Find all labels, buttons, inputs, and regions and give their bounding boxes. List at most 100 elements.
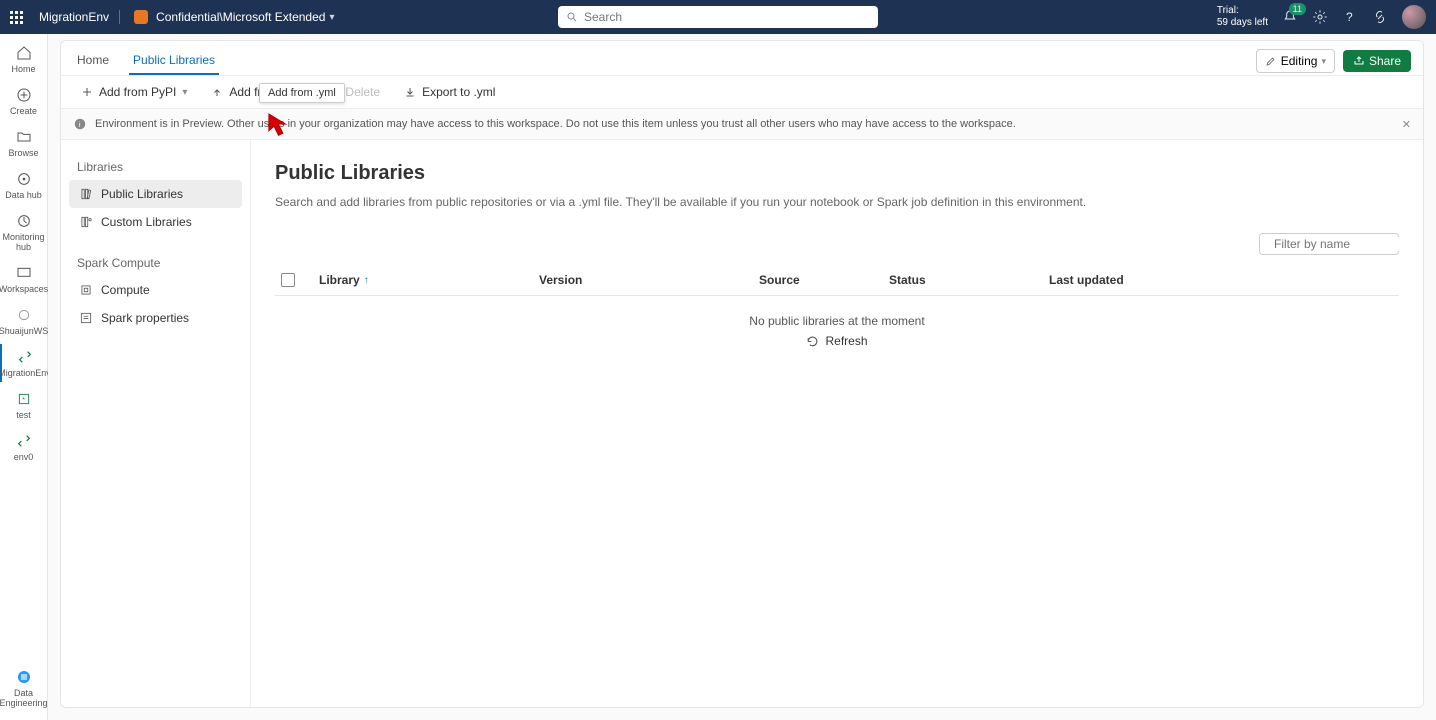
detail-panel: Public Libraries Search and add librarie… — [251, 140, 1423, 707]
add-pypi-label: Add from PyPI — [99, 85, 176, 99]
rail-label-home: Home — [11, 64, 35, 74]
environment-icon — [16, 348, 34, 366]
export-to-yml-button[interactable]: Export to .yml — [394, 80, 505, 104]
add-from-pypi-button[interactable]: Add from PyPI ▾ — [71, 80, 197, 104]
sort-asc-icon: ↑ — [364, 275, 369, 286]
global-search-wrap — [558, 6, 878, 28]
feedback-button[interactable] — [1372, 9, 1388, 25]
sidebar-item-public-libraries[interactable]: Public Libraries — [69, 180, 242, 208]
empty-message: No public libraries at the moment — [275, 314, 1399, 328]
rail-label-create: Create — [10, 106, 37, 116]
page-description: Search and add libraries from public rep… — [275, 195, 1399, 209]
chevron-down-icon: ▾ — [329, 12, 334, 23]
tab-public-libraries[interactable]: Public Libraries — [129, 47, 219, 75]
rail-create[interactable]: Create — [0, 82, 47, 120]
rail-label-workspaces: Workspaces — [0, 284, 48, 294]
column-source[interactable]: Source — [759, 273, 869, 287]
question-icon: ? — [1342, 9, 1358, 25]
column-version[interactable]: Version — [539, 273, 739, 287]
custom-library-icon — [79, 215, 93, 229]
rail-test[interactable]: * test — [0, 386, 47, 424]
workspace-type-icon — [134, 10, 148, 24]
header-right: Trial: 59 days left 11 ? — [1217, 5, 1426, 29]
user-avatar[interactable] — [1402, 5, 1426, 29]
gear-icon — [1312, 9, 1328, 25]
side-label-compute: Compute — [101, 283, 150, 297]
rail-label-monitoring: Monitoring hub — [0, 232, 47, 252]
rail-workspaces[interactable]: Workspaces — [0, 260, 47, 298]
side-label-sparkprops: Spark properties — [101, 311, 189, 325]
side-group-spark: Spark Compute — [69, 250, 242, 276]
tooltip-add-from-yml: Add from .yml — [259, 83, 345, 103]
rail-label-shuaijunws: ShuaijunWS — [0, 326, 48, 336]
share-button[interactable]: Share — [1343, 50, 1411, 72]
rail-monitoring[interactable]: Monitoring hub — [0, 208, 47, 256]
trial-info[interactable]: Trial: 59 days left — [1217, 5, 1268, 29]
column-status[interactable]: Status — [889, 273, 1029, 287]
rail-label-env0: env0 — [14, 452, 34, 462]
empty-state: No public libraries at the moment Refres… — [275, 296, 1399, 369]
sidebar-item-spark-properties[interactable]: Spark properties — [69, 304, 242, 332]
help-button[interactable]: ? — [1342, 9, 1358, 25]
rail-shuaijunws[interactable]: ShuaijunWS — [0, 302, 47, 340]
column-last-updated[interactable]: Last updated — [1049, 273, 1393, 287]
global-search-box[interactable] — [558, 6, 878, 28]
app-launcher-icon[interactable] — [10, 11, 23, 24]
delete-label: Delete — [345, 85, 380, 99]
workspace-icon — [15, 306, 33, 324]
share-icon — [1353, 55, 1365, 67]
environment-name[interactable]: MigrationEnv — [39, 10, 120, 24]
settings-button[interactable] — [1312, 9, 1328, 25]
tab-home[interactable]: Home — [73, 47, 113, 75]
tab-right-controls: Editing ▾ Share — [1256, 49, 1411, 73]
data-engineering-icon — [15, 668, 33, 686]
rail-data-engineering[interactable]: Data Engineering — [0, 664, 47, 712]
side-label-custom: Custom Libraries — [101, 215, 192, 229]
export-yml-label: Export to .yml — [422, 85, 495, 99]
banner-close-button[interactable]: ✕ — [1402, 118, 1411, 131]
link-icon — [1372, 9, 1388, 25]
star-icon: * — [15, 390, 33, 408]
trial-days: 59 days left — [1217, 17, 1268, 29]
info-icon: i — [73, 117, 87, 131]
content-split: Libraries Public Libraries Custom Librar… — [61, 140, 1423, 707]
banner-text: Environment is in Preview. Other users i… — [95, 118, 1016, 130]
plus-icon — [81, 86, 93, 98]
svg-text:?: ? — [1346, 10, 1353, 24]
tab-row: Home Public Libraries Add from .yml Edit… — [61, 41, 1423, 75]
editing-mode-button[interactable]: Editing ▾ — [1256, 49, 1335, 73]
rail-label-datahub: Data hub — [5, 190, 42, 200]
column-library[interactable]: Library ↑ — [319, 273, 519, 287]
trial-label: Trial: — [1217, 5, 1268, 17]
folder-icon — [15, 128, 33, 146]
library-icon — [79, 187, 93, 201]
rail-label-data-engineering: Data Engineering — [0, 688, 48, 708]
rail-label-test: test — [16, 410, 31, 420]
sidebar-item-custom-libraries[interactable]: Custom Libraries — [69, 208, 242, 236]
rail-home[interactable]: Home — [0, 40, 47, 78]
side-label-public: Public Libraries — [101, 187, 183, 201]
rail-migrationenv[interactable]: MigrationEnv — [0, 344, 47, 382]
notifications-button[interactable]: 11 — [1282, 9, 1298, 25]
content-card: Home Public Libraries Add from .yml Edit… — [60, 40, 1424, 708]
filter-input[interactable] — [1274, 237, 1424, 251]
rail-env0[interactable]: env0 — [0, 428, 47, 466]
rail-label-browse: Browse — [8, 148, 38, 158]
rail-browse[interactable]: Browse — [0, 124, 47, 162]
workspace-breadcrumb[interactable]: Confidential\Microsoft Extended ▾ — [134, 10, 334, 24]
top-header: MigrationEnv Confidential\Microsoft Exte… — [0, 0, 1436, 34]
environment-icon — [15, 432, 33, 450]
notifications-count: 11 — [1289, 3, 1306, 15]
side-group-libraries: Libraries — [69, 154, 242, 180]
svg-text:*: * — [22, 397, 25, 404]
side-panel: Libraries Public Libraries Custom Librar… — [61, 140, 251, 707]
sidebar-item-compute[interactable]: Compute — [69, 276, 242, 304]
rail-datahub[interactable]: Data hub — [0, 166, 47, 204]
refresh-icon — [806, 335, 819, 348]
select-all-checkbox[interactable] — [281, 273, 299, 287]
refresh-button[interactable]: Refresh — [806, 334, 867, 348]
global-search-input[interactable] — [584, 10, 870, 24]
download-icon — [404, 86, 416, 98]
monitor-icon — [15, 212, 33, 230]
filter-box[interactable] — [1259, 233, 1399, 255]
